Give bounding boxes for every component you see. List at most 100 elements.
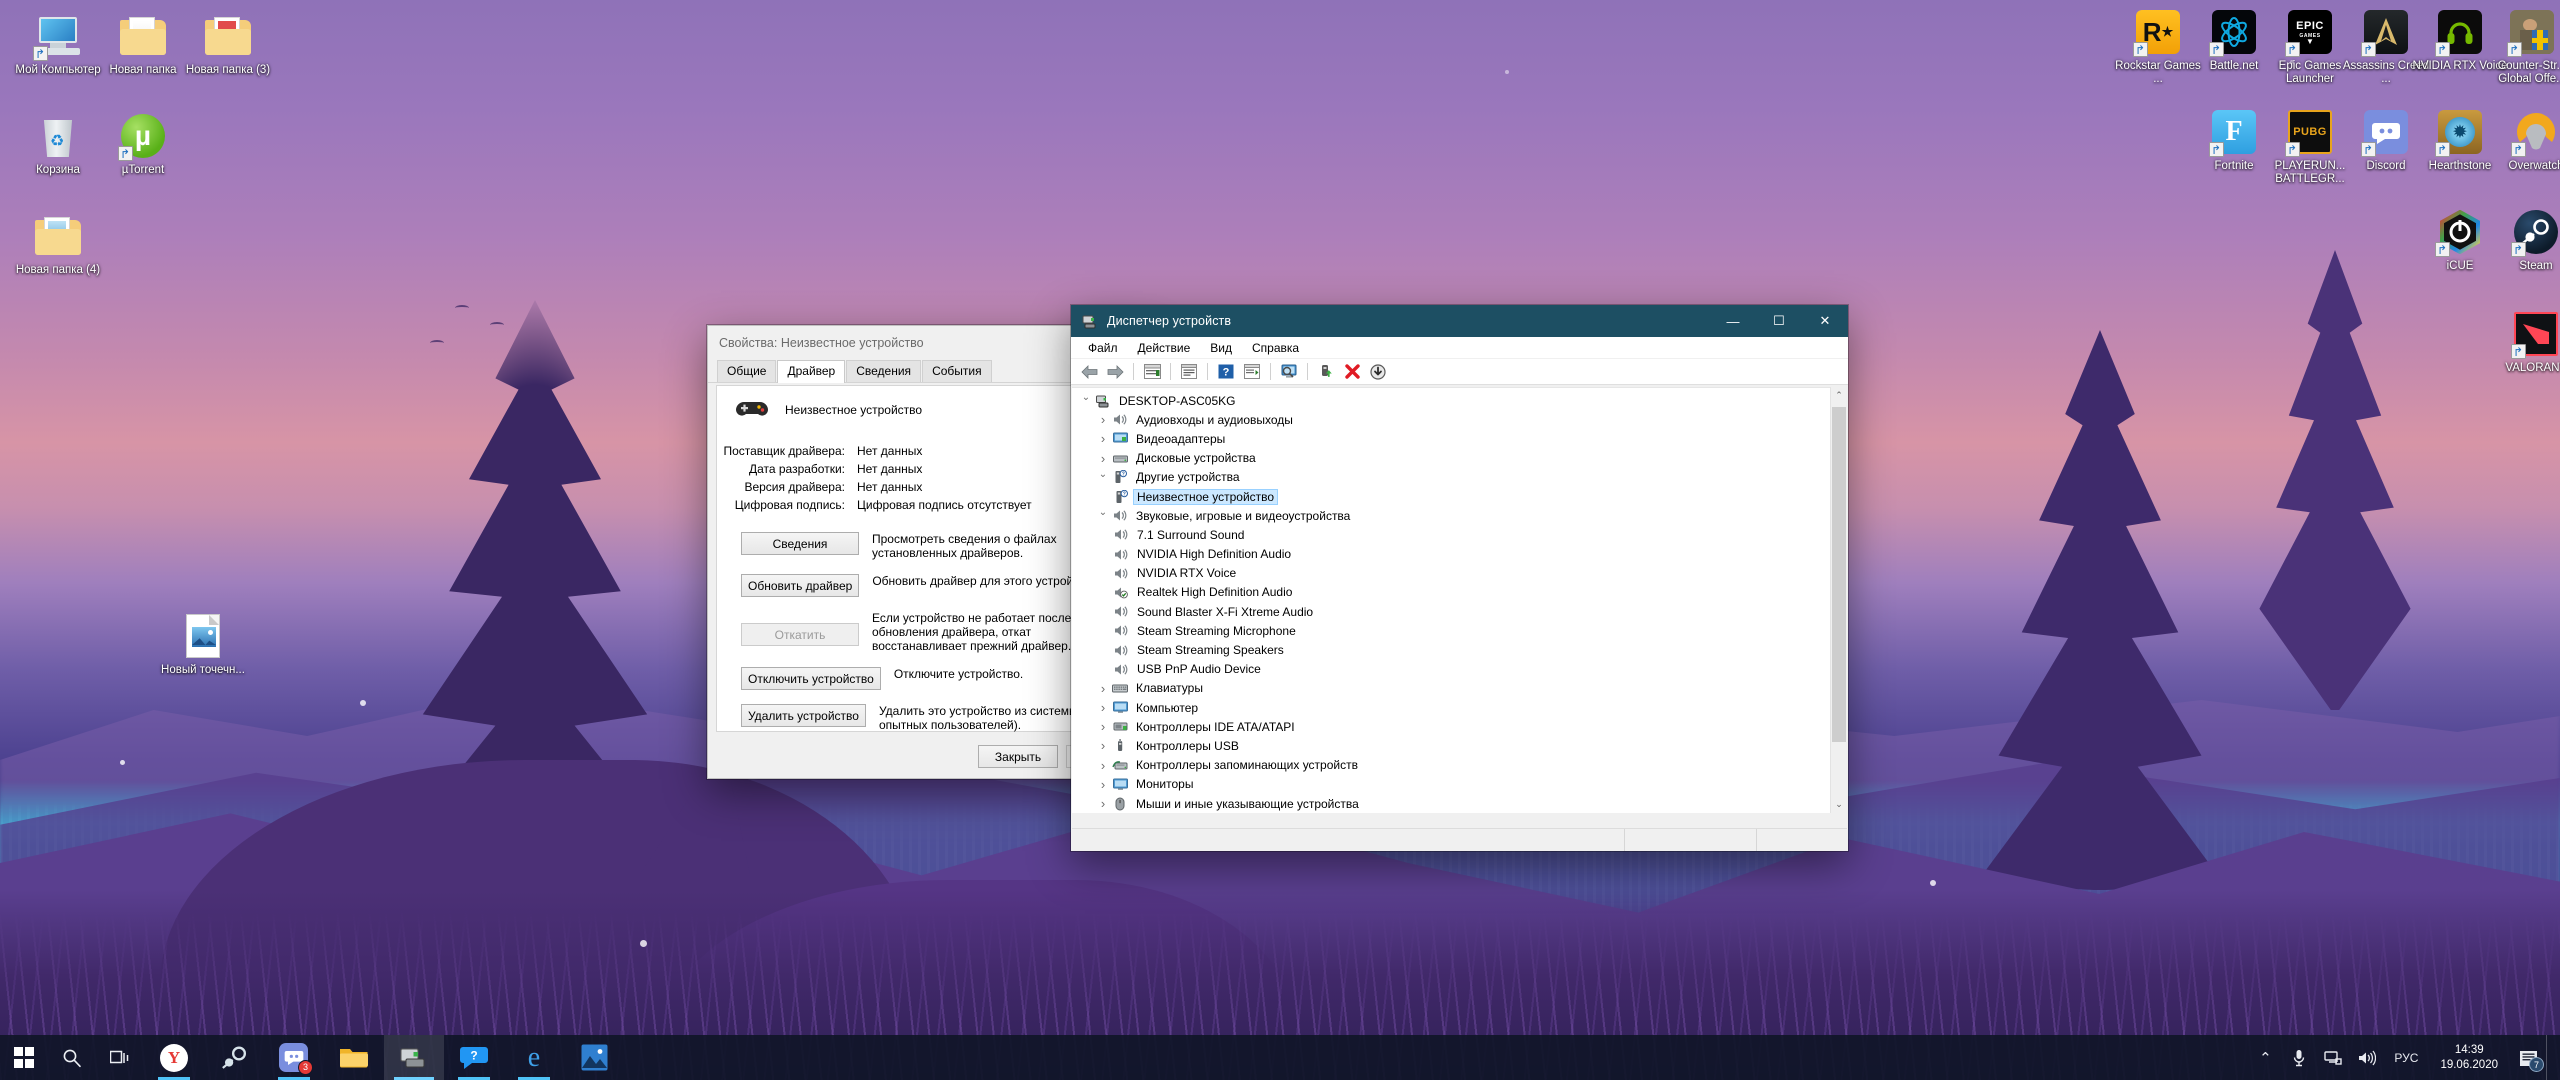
device-manager-titlebar[interactable]: Диспетчер устройств — ☐ ✕: [1071, 305, 1848, 337]
taskbar-app-steam[interactable]: [204, 1035, 264, 1080]
chevron-right-icon[interactable]: [1095, 700, 1111, 715]
task-view-button[interactable]: [96, 1035, 144, 1080]
menu-action[interactable]: Действие: [1129, 339, 1200, 357]
chevron-right-icon[interactable]: [1095, 719, 1111, 734]
taskbar[interactable]: Y 3 ? e ⌃ РУС 14:39 19.06.2020 7: [0, 1035, 2560, 1080]
desktop[interactable]: Мой Компьютер Новая папка Новая папка (3…: [0, 0, 2560, 1080]
tree-row-nvidia-rtx-voice[interactable]: NVIDIA RTX Voice: [1072, 564, 1830, 583]
chevron-right-icon[interactable]: [1095, 451, 1111, 466]
tab-svedeniya[interactable]: Сведения: [846, 360, 922, 382]
taskbar-app-yandex-browser[interactable]: Y: [144, 1035, 204, 1080]
desktop-icon-new-folder-3[interactable]: Новая папка (3): [180, 12, 276, 77]
tab-obshie[interactable]: Общие: [717, 360, 777, 382]
desktop-icon-steam[interactable]: Steam: [2488, 208, 2560, 273]
desktop-icon-my-computer[interactable]: Мой Компьютер: [10, 12, 106, 77]
tree-row-disk-devices[interactable]: Дисковые устройства: [1072, 449, 1830, 468]
desktop-icon-overwatch[interactable]: Overwatch: [2488, 108, 2560, 173]
update-driver-button[interactable]: Обновить драйвер: [741, 574, 860, 597]
menu-view[interactable]: Вид: [1201, 339, 1241, 357]
tree-row-sound-video-game[interactable]: Звуковые, игровые и видеоустройства: [1072, 506, 1830, 525]
taskbar-app-device-manager[interactable]: [384, 1035, 444, 1080]
help-icon[interactable]: ?: [1214, 361, 1238, 383]
device-tree-scrollbar[interactable]: ⌃ ⌄: [1830, 387, 1847, 813]
system-tray[interactable]: ⌃ РУС 14:39 19.06.2020 7: [2248, 1035, 2560, 1080]
chevron-down-icon[interactable]: [1078, 395, 1094, 406]
tree-row-desktop[interactable]: DESKTOP-ASC05KG: [1072, 391, 1830, 410]
chevron-up-icon[interactable]: ⌃: [2248, 1035, 2282, 1080]
notification-center-button[interactable]: 7: [2510, 1035, 2546, 1080]
menu-file[interactable]: Файл: [1079, 339, 1127, 357]
tree-row-mice[interactable]: Мыши и иные указывающие устройства: [1072, 794, 1830, 813]
tree-row-sound-blaster[interactable]: Sound Blaster X-Fi Xtreme Audio: [1072, 602, 1830, 621]
chevron-right-icon[interactable]: [1095, 796, 1111, 811]
tree-row-usb-pnp-audio[interactable]: USB PnP Audio Device: [1072, 660, 1830, 679]
input-language-indicator[interactable]: РУС: [2384, 1051, 2428, 1065]
speaker-icon[interactable]: [2350, 1035, 2384, 1080]
maximize-button[interactable]: ☐: [1756, 305, 1802, 337]
chevron-right-icon[interactable]: [1095, 431, 1111, 446]
scrollbar-thumb[interactable]: [1832, 407, 1846, 742]
chevron-right-icon[interactable]: [1095, 681, 1111, 696]
show-desktop-button[interactable]: [2546, 1035, 2554, 1080]
menu-help[interactable]: Справка: [1243, 339, 1308, 357]
toolbar[interactable]: ?: [1071, 359, 1848, 385]
chevron-right-icon[interactable]: [1095, 412, 1111, 427]
taskbar-app-photos[interactable]: [564, 1035, 624, 1080]
taskbar-app-support-chat[interactable]: ?: [444, 1035, 504, 1080]
tree-row-nvidia-hd-audio[interactable]: NVIDIA High Definition Audio: [1072, 545, 1830, 564]
taskbar-app-file-explorer[interactable]: [324, 1035, 384, 1080]
desktop-icon-recycle-bin[interactable]: ♻ Корзина: [10, 112, 106, 177]
close-button[interactable]: ✕: [1802, 305, 1848, 337]
tree-row-71-surround[interactable]: 7.1 Surround Sound: [1072, 525, 1830, 544]
show-hidden-icon[interactable]: [1177, 361, 1201, 383]
network-icon[interactable]: [2316, 1035, 2350, 1080]
desktop-icon-new-dot-image[interactable]: Новый точечн...: [155, 612, 251, 677]
disable-device-button[interactable]: Отключить устройство: [741, 667, 881, 690]
tree-row-monitors[interactable]: Мониторы: [1072, 775, 1830, 794]
tree-row-storage-controllers[interactable]: Контроллеры запоминающих устройств: [1072, 756, 1830, 775]
tree-row-steam-streaming-mic[interactable]: Steam Streaming Microphone: [1072, 621, 1830, 640]
properties-icon[interactable]: [1140, 361, 1164, 383]
tree-row-ide-controllers[interactable]: Контроллеры IDE ATA/ATAPI: [1072, 717, 1830, 736]
chevron-down-icon[interactable]: [1095, 510, 1111, 521]
update-driver-icon[interactable]: [1240, 361, 1264, 383]
tree-row-display-adapters[interactable]: Видеоадаптеры: [1072, 429, 1830, 448]
desktop-icon-utorrent[interactable]: µ µTorrent: [95, 112, 191, 177]
window-controls[interactable]: — ☐ ✕: [1710, 305, 1848, 337]
scroll-down-icon[interactable]: ⌄: [1831, 796, 1847, 813]
scroll-up-icon[interactable]: ⌃: [1831, 387, 1847, 404]
tree-row-realtek-hd-audio[interactable]: Realtek High Definition Audio: [1072, 583, 1830, 602]
desktop-icon-valorant[interactable]: VALORANT: [2488, 310, 2560, 375]
tree-row-unknown-device[interactable]: ? Неизвестное устройство: [1072, 487, 1830, 506]
close-button[interactable]: Закрыть: [978, 745, 1058, 768]
start-button[interactable]: [0, 1035, 48, 1080]
desktop-icon-new-folder[interactable]: Новая папка: [95, 12, 191, 77]
chevron-right-icon[interactable]: [1095, 777, 1111, 792]
uninstall-device-icon[interactable]: [1340, 361, 1364, 383]
microphone-icon[interactable]: [2282, 1035, 2316, 1080]
device-manager-window[interactable]: Диспетчер устройств — ☐ ✕ Файл Действие …: [1071, 305, 1848, 851]
desktop-icon-new-folder-4[interactable]: Новая папка (4): [10, 212, 106, 277]
uninstall-device-button[interactable]: Удалить устройство: [741, 704, 866, 727]
minimize-button[interactable]: —: [1710, 305, 1756, 337]
install-driver-icon[interactable]: [1366, 361, 1390, 383]
device-tree-rows[interactable]: DESKTOP-ASC05KG Аудиовходы и аудиовыходы…: [1072, 388, 1830, 813]
tree-row-audio-io[interactable]: Аудиовходы и аудиовыходы: [1072, 410, 1830, 429]
driver-details-button[interactable]: Сведения: [741, 532, 859, 555]
clock[interactable]: 14:39 19.06.2020: [2428, 1035, 2510, 1080]
tree-row-usb-controllers[interactable]: Контроллеры USB: [1072, 736, 1830, 755]
taskbar-app-discord[interactable]: 3: [264, 1035, 324, 1080]
chevron-right-icon[interactable]: [1095, 758, 1111, 773]
back-icon[interactable]: [1077, 361, 1101, 383]
search-button[interactable]: [48, 1035, 96, 1080]
tree-row-other-devices[interactable]: ? Другие устройства: [1072, 468, 1830, 487]
chevron-right-icon[interactable]: [1095, 738, 1111, 753]
tab-driver[interactable]: Драйвер: [777, 360, 846, 383]
enable-device-icon[interactable]: [1314, 361, 1338, 383]
desktop-icon-counter-strike-go[interactable]: Counter-Str... Global Offe...: [2484, 8, 2560, 86]
tree-row-computer[interactable]: Компьютер: [1072, 698, 1830, 717]
tree-row-keyboards[interactable]: Клавиатуры: [1072, 679, 1830, 698]
taskbar-app-microsoft-edge[interactable]: e: [504, 1035, 564, 1080]
device-tree[interactable]: DESKTOP-ASC05KG Аудиовходы и аудиовыходы…: [1072, 387, 1847, 813]
tab-sobytiya[interactable]: События: [922, 360, 992, 382]
